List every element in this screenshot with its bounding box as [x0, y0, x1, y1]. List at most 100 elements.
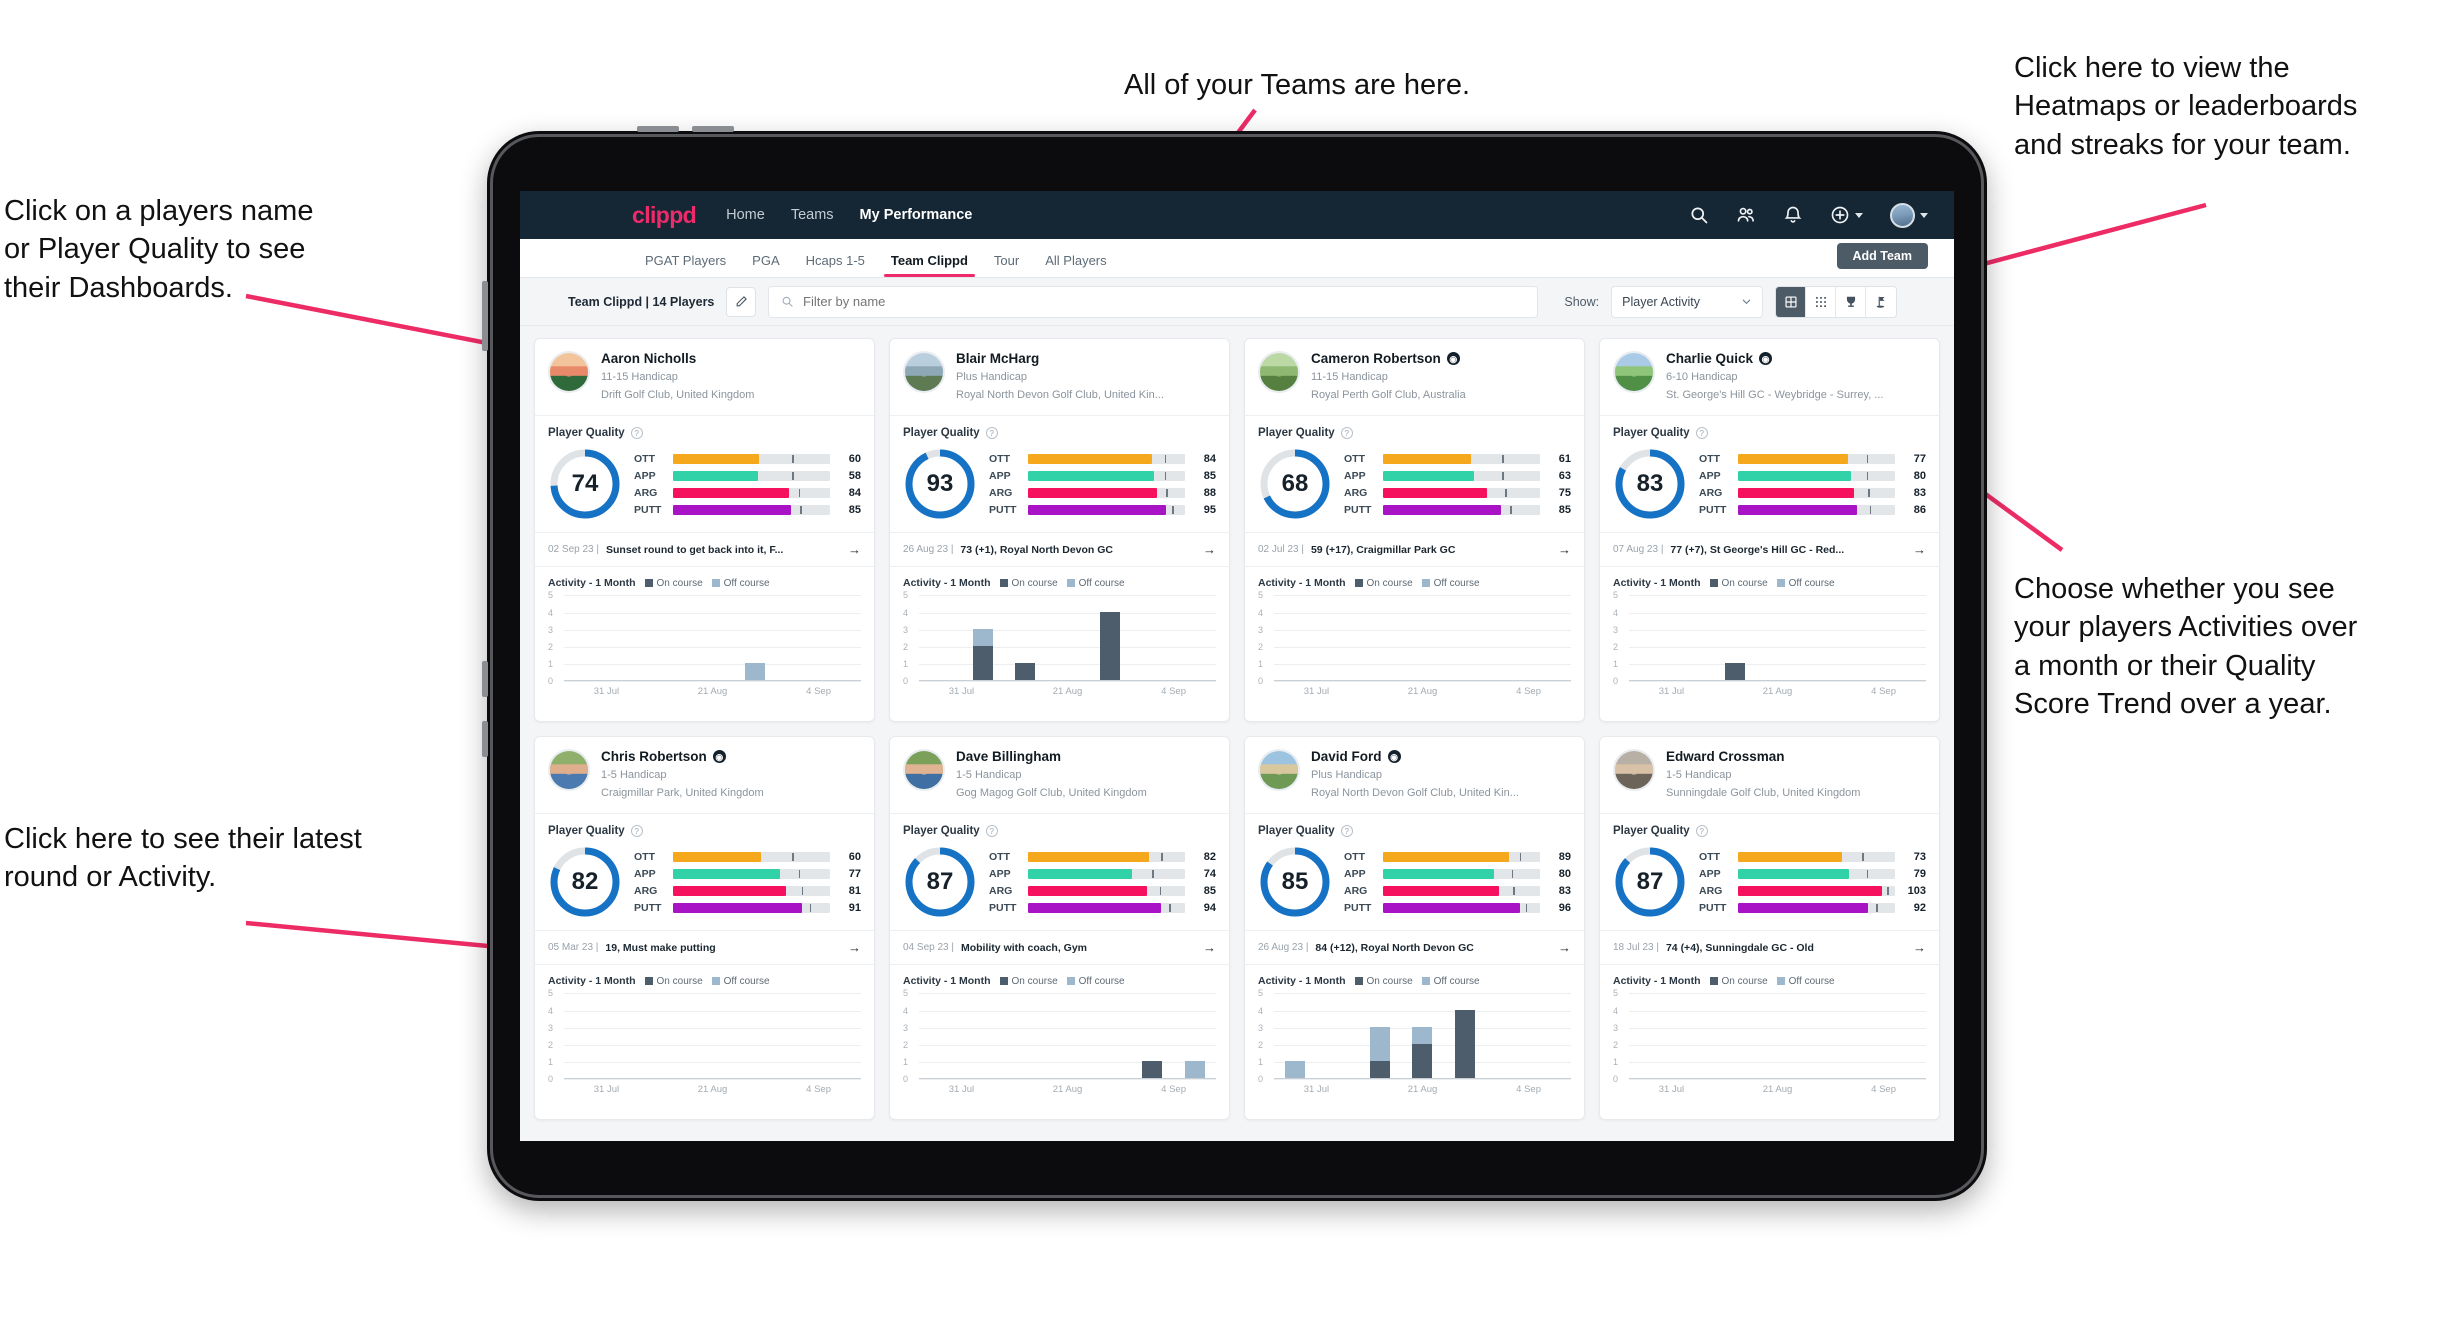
player-quality-label[interactable]: Player Quality	[548, 825, 625, 837]
player-name[interactable]: Dave Billingham	[956, 749, 1147, 765]
player-quality-label[interactable]: Player Quality	[1258, 825, 1335, 837]
player-card[interactable]: Edward Crossman 1-5 Handicap Sunningdale…	[1599, 736, 1940, 1120]
player-header[interactable]: Edward Crossman 1-5 Handicap Sunningdale…	[1600, 737, 1939, 813]
tab-pgat-players[interactable]: PGAT Players	[632, 253, 739, 277]
quality-score-ring[interactable]: 87	[903, 845, 977, 919]
arrow-right-icon[interactable]: →	[1913, 542, 1926, 557]
player-avatar	[903, 351, 945, 393]
latest-round-row[interactable]: 07 Aug 23 | 77 (+7), St George's Hill GC…	[1600, 532, 1939, 568]
view-toggle-trophy[interactable]	[1836, 286, 1867, 317]
arrow-right-icon[interactable]: →	[1558, 940, 1571, 955]
avatar-menu[interactable]	[1890, 202, 1928, 228]
player-header[interactable]: Chris Robertson ◉ 1-5 Handicap Craigmill…	[535, 737, 874, 813]
show-dropdown[interactable]: Player Activity	[1611, 285, 1764, 318]
latest-round-row[interactable]: 02 Sep 23 | Sunset round to get back int…	[535, 532, 874, 568]
arrow-right-icon[interactable]: →	[1913, 940, 1926, 955]
arrow-right-icon[interactable]: →	[848, 542, 861, 557]
player-quality-label[interactable]: Player Quality	[548, 427, 625, 439]
player-header[interactable]: Aaron Nicholls 11-15 Handicap Drift Golf…	[535, 339, 874, 415]
quality-score-ring[interactable]: 82	[548, 845, 622, 919]
help-icon[interactable]: ?	[1695, 427, 1708, 440]
volume-button-down[interactable]	[692, 126, 734, 132]
player-quality-label[interactable]: Player Quality	[1613, 825, 1690, 837]
metric-label: OTT	[1699, 452, 1720, 465]
add-team-button[interactable]: Add Team	[1836, 243, 1928, 269]
player-header[interactable]: David Ford ◉ Plus Handicap Royal North D…	[1245, 737, 1584, 813]
quality-score-ring[interactable]: 74	[548, 447, 622, 521]
player-name[interactable]: Chris Robertson ◉	[601, 749, 764, 765]
player-header[interactable]: Blair McHarg Plus Handicap Royal North D…	[890, 339, 1229, 415]
latest-round-row[interactable]: 18 Jul 23 | 74 (+4), Sunningdale GC - Ol…	[1600, 930, 1939, 966]
view-toggle-group	[1775, 285, 1898, 318]
volume-button-up[interactable]	[637, 126, 679, 132]
metric-bar	[1028, 487, 1185, 498]
player-quality-label[interactable]: Player Quality	[903, 825, 980, 837]
help-icon[interactable]: ?	[985, 427, 998, 440]
tab-team-clippd[interactable]: Team Clippd	[878, 253, 981, 277]
arrow-right-icon[interactable]: →	[1203, 940, 1216, 955]
player-card[interactable]: Dave Billingham 1-5 Handicap Gog Magog G…	[889, 736, 1230, 1120]
help-icon[interactable]: ?	[985, 825, 998, 838]
help-icon[interactable]: ?	[1340, 427, 1353, 440]
search-input[interactable]	[803, 294, 1526, 309]
arrow-right-icon[interactable]: →	[848, 940, 861, 955]
edit-team-button[interactable]	[726, 286, 757, 317]
search-field-wrapper[interactable]	[768, 285, 1539, 318]
player-name[interactable]: David Ford ◉	[1311, 749, 1519, 765]
tab-hcaps-1-5[interactable]: Hcaps 1-5	[793, 253, 878, 277]
quality-score-ring[interactable]: 68	[1258, 447, 1332, 521]
player-card[interactable]: Charlie Quick ◉ 6-10 Handicap St. George…	[1599, 338, 1940, 722]
arrow-right-icon[interactable]: →	[1203, 542, 1216, 557]
player-avatar	[903, 749, 945, 791]
player-card[interactable]: Blair McHarg Plus Handicap Royal North D…	[889, 338, 1230, 722]
gridline	[919, 681, 1216, 683]
player-name[interactable]: Edward Crossman	[1666, 749, 1860, 765]
player-card[interactable]: Aaron Nicholls 11-15 Handicap Drift Golf…	[534, 338, 875, 722]
nav-home[interactable]: Home	[726, 207, 765, 223]
people-icon[interactable]	[1736, 205, 1756, 225]
latest-round-row[interactable]: 05 Mar 23 | 19, Must make putting →	[535, 930, 874, 966]
plus-circle-icon[interactable]	[1830, 205, 1863, 225]
tab-all-players[interactable]: All Players	[1032, 253, 1119, 277]
clippd-logo[interactable]: clippd	[632, 202, 697, 229]
help-icon[interactable]: ?	[1695, 825, 1708, 838]
player-name[interactable]: Charlie Quick ◉	[1666, 351, 1883, 367]
arrow-right-icon[interactable]: →	[1558, 542, 1571, 557]
quality-score-ring[interactable]: 87	[1613, 845, 1687, 919]
tab-tour[interactable]: Tour	[981, 253, 1032, 277]
nav-my-performance[interactable]: My Performance	[860, 207, 973, 223]
player-quality-label[interactable]: Player Quality	[1613, 427, 1690, 439]
bell-icon[interactable]	[1783, 205, 1803, 225]
quality-score-ring[interactable]: 93	[903, 447, 977, 521]
tab-pga[interactable]: PGA	[739, 253, 792, 277]
view-toggle-dots-grid[interactable]	[1806, 286, 1837, 317]
latest-round-row[interactable]: 04 Sep 23 | Mobility with coach, Gym →	[890, 930, 1229, 966]
player-header[interactable]: Charlie Quick ◉ 6-10 Handicap St. George…	[1600, 339, 1939, 415]
player-name[interactable]: Cameron Robertson ◉	[1311, 351, 1466, 367]
metric-bar-fill	[1383, 902, 1520, 913]
view-toggle-grid[interactable]	[1776, 286, 1807, 317]
player-name[interactable]: Aaron Nicholls	[601, 351, 754, 367]
player-name[interactable]: Blair McHarg	[956, 351, 1164, 367]
chart-column	[961, 993, 1003, 1078]
player-header[interactable]: Cameron Robertson ◉ 11-15 Handicap Royal…	[1245, 339, 1584, 415]
power-button[interactable]	[482, 281, 488, 351]
latest-round-row[interactable]: 26 Aug 23 | 84 (+12), Royal North Devon …	[1245, 930, 1584, 966]
view-toggle-flag[interactable]	[1866, 286, 1897, 317]
player-card[interactable]: David Ford ◉ Plus Handicap Royal North D…	[1244, 736, 1585, 1120]
player-quality-label[interactable]: Player Quality	[1258, 427, 1335, 439]
player-header[interactable]: Dave Billingham 1-5 Handicap Gog Magog G…	[890, 737, 1229, 813]
latest-round-row[interactable]: 02 Jul 23 | 59 (+17), Craigmillar Park G…	[1245, 532, 1584, 568]
latest-round-row[interactable]: 26 Aug 23 | 73 (+1), Royal North Devon G…	[890, 532, 1229, 568]
quality-score-ring[interactable]: 83	[1613, 447, 1687, 521]
nav-teams[interactable]: Teams	[791, 207, 834, 223]
player-card[interactable]: Cameron Robertson ◉ 11-15 Handicap Royal…	[1244, 338, 1585, 722]
search-icon[interactable]	[1689, 205, 1709, 225]
help-icon[interactable]: ?	[630, 825, 643, 838]
help-icon[interactable]: ?	[630, 427, 643, 440]
help-icon[interactable]: ?	[1340, 825, 1353, 838]
y-tick-label: 2	[548, 1039, 554, 1050]
player-quality-label[interactable]: Player Quality	[903, 427, 980, 439]
quality-score-ring[interactable]: 85	[1258, 845, 1332, 919]
player-card[interactable]: Chris Robertson ◉ 1-5 Handicap Craigmill…	[534, 736, 875, 1120]
